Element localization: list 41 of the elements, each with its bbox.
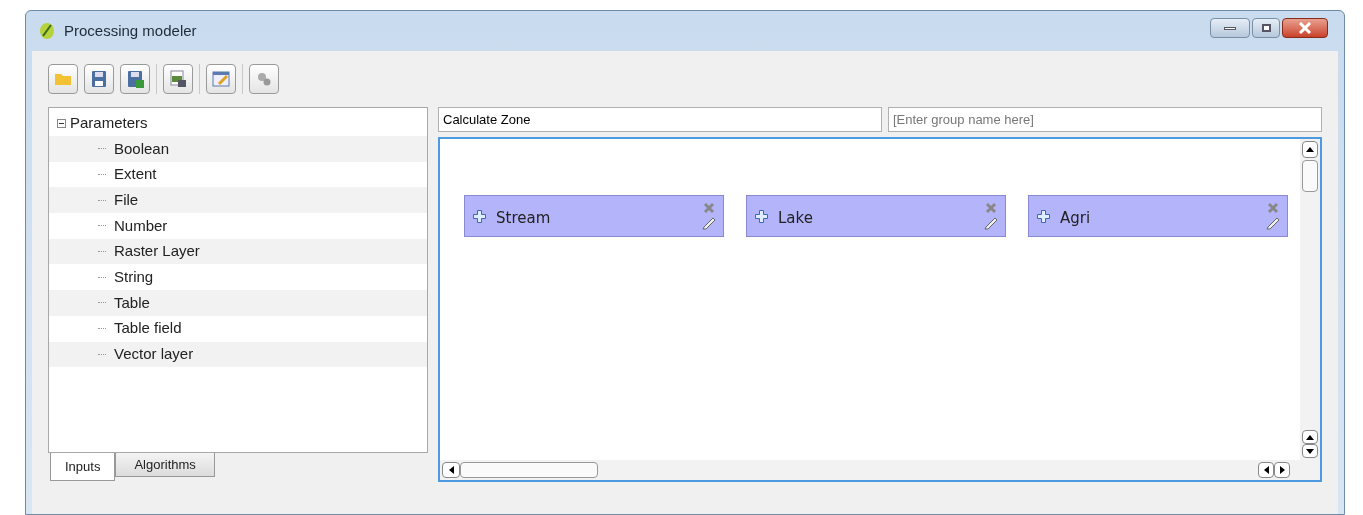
tree-item[interactable]: File <box>114 188 139 212</box>
app-icon <box>38 22 56 40</box>
up-arrow-icon[interactable] <box>1306 147 1314 152</box>
plus-icon[interactable] <box>755 209 768 223</box>
tab[interactable]: Algorithms <box>115 453 215 477</box>
tree-item[interactable]: Extent <box>114 163 157 186</box>
down-arrow-icon[interactable] <box>1306 448 1314 454</box>
left-arrow-icon[interactable] <box>448 466 454 474</box>
close-icon[interactable] <box>1298 22 1312 34</box>
maximize-button[interactable] <box>1252 18 1280 38</box>
node-label: Stream <box>496 207 552 229</box>
tree-item[interactable]: Vector layer <box>114 343 194 366</box>
tree-item[interactable]: String <box>114 266 154 289</box>
left-arrow-icon[interactable] <box>1263 466 1269 474</box>
close-button[interactable] <box>1282 18 1328 38</box>
scrollbar-thumb[interactable] <box>1302 160 1318 192</box>
model-name-field[interactable]: Calculate Zone <box>438 107 882 132</box>
scrollbar-thumb[interactable] <box>460 462 598 478</box>
model-canvas[interactable]: Stream Lake Agri <box>438 137 1322 482</box>
window-title: Processing modeler <box>64 20 197 41</box>
tree-item[interactable]: Table <box>114 291 150 315</box>
vertical-scrollbar[interactable] <box>1300 139 1320 460</box>
tree-item[interactable]: Boolean <box>114 137 170 161</box>
tab[interactable]: Inputs <box>50 453 116 481</box>
input-node[interactable]: Stream <box>464 195 724 237</box>
group-name-field[interactable]: [Enter group name here] <box>888 107 1322 132</box>
node-label: Agri <box>1060 207 1092 229</box>
horizontal-scrollbar[interactable] <box>440 460 1320 480</box>
plus-icon[interactable] <box>1037 209 1050 223</box>
up-arrow-icon[interactable] <box>1306 434 1314 440</box>
tree-item[interactable]: Table field <box>114 317 182 340</box>
tree-item[interactable]: Number <box>114 214 168 238</box>
plus-icon[interactable] <box>473 209 486 223</box>
node-label: Lake <box>778 207 814 229</box>
input-node[interactable]: Agri <box>1028 195 1288 237</box>
tree-item[interactable]: Parameters <box>70 112 148 135</box>
minimize-button[interactable] <box>1210 18 1250 38</box>
input-node[interactable]: Lake <box>746 195 1006 237</box>
collapse-icon[interactable] <box>57 119 66 128</box>
right-arrow-icon[interactable] <box>1279 466 1285 474</box>
tree-item[interactable]: Raster Layer <box>114 240 200 263</box>
